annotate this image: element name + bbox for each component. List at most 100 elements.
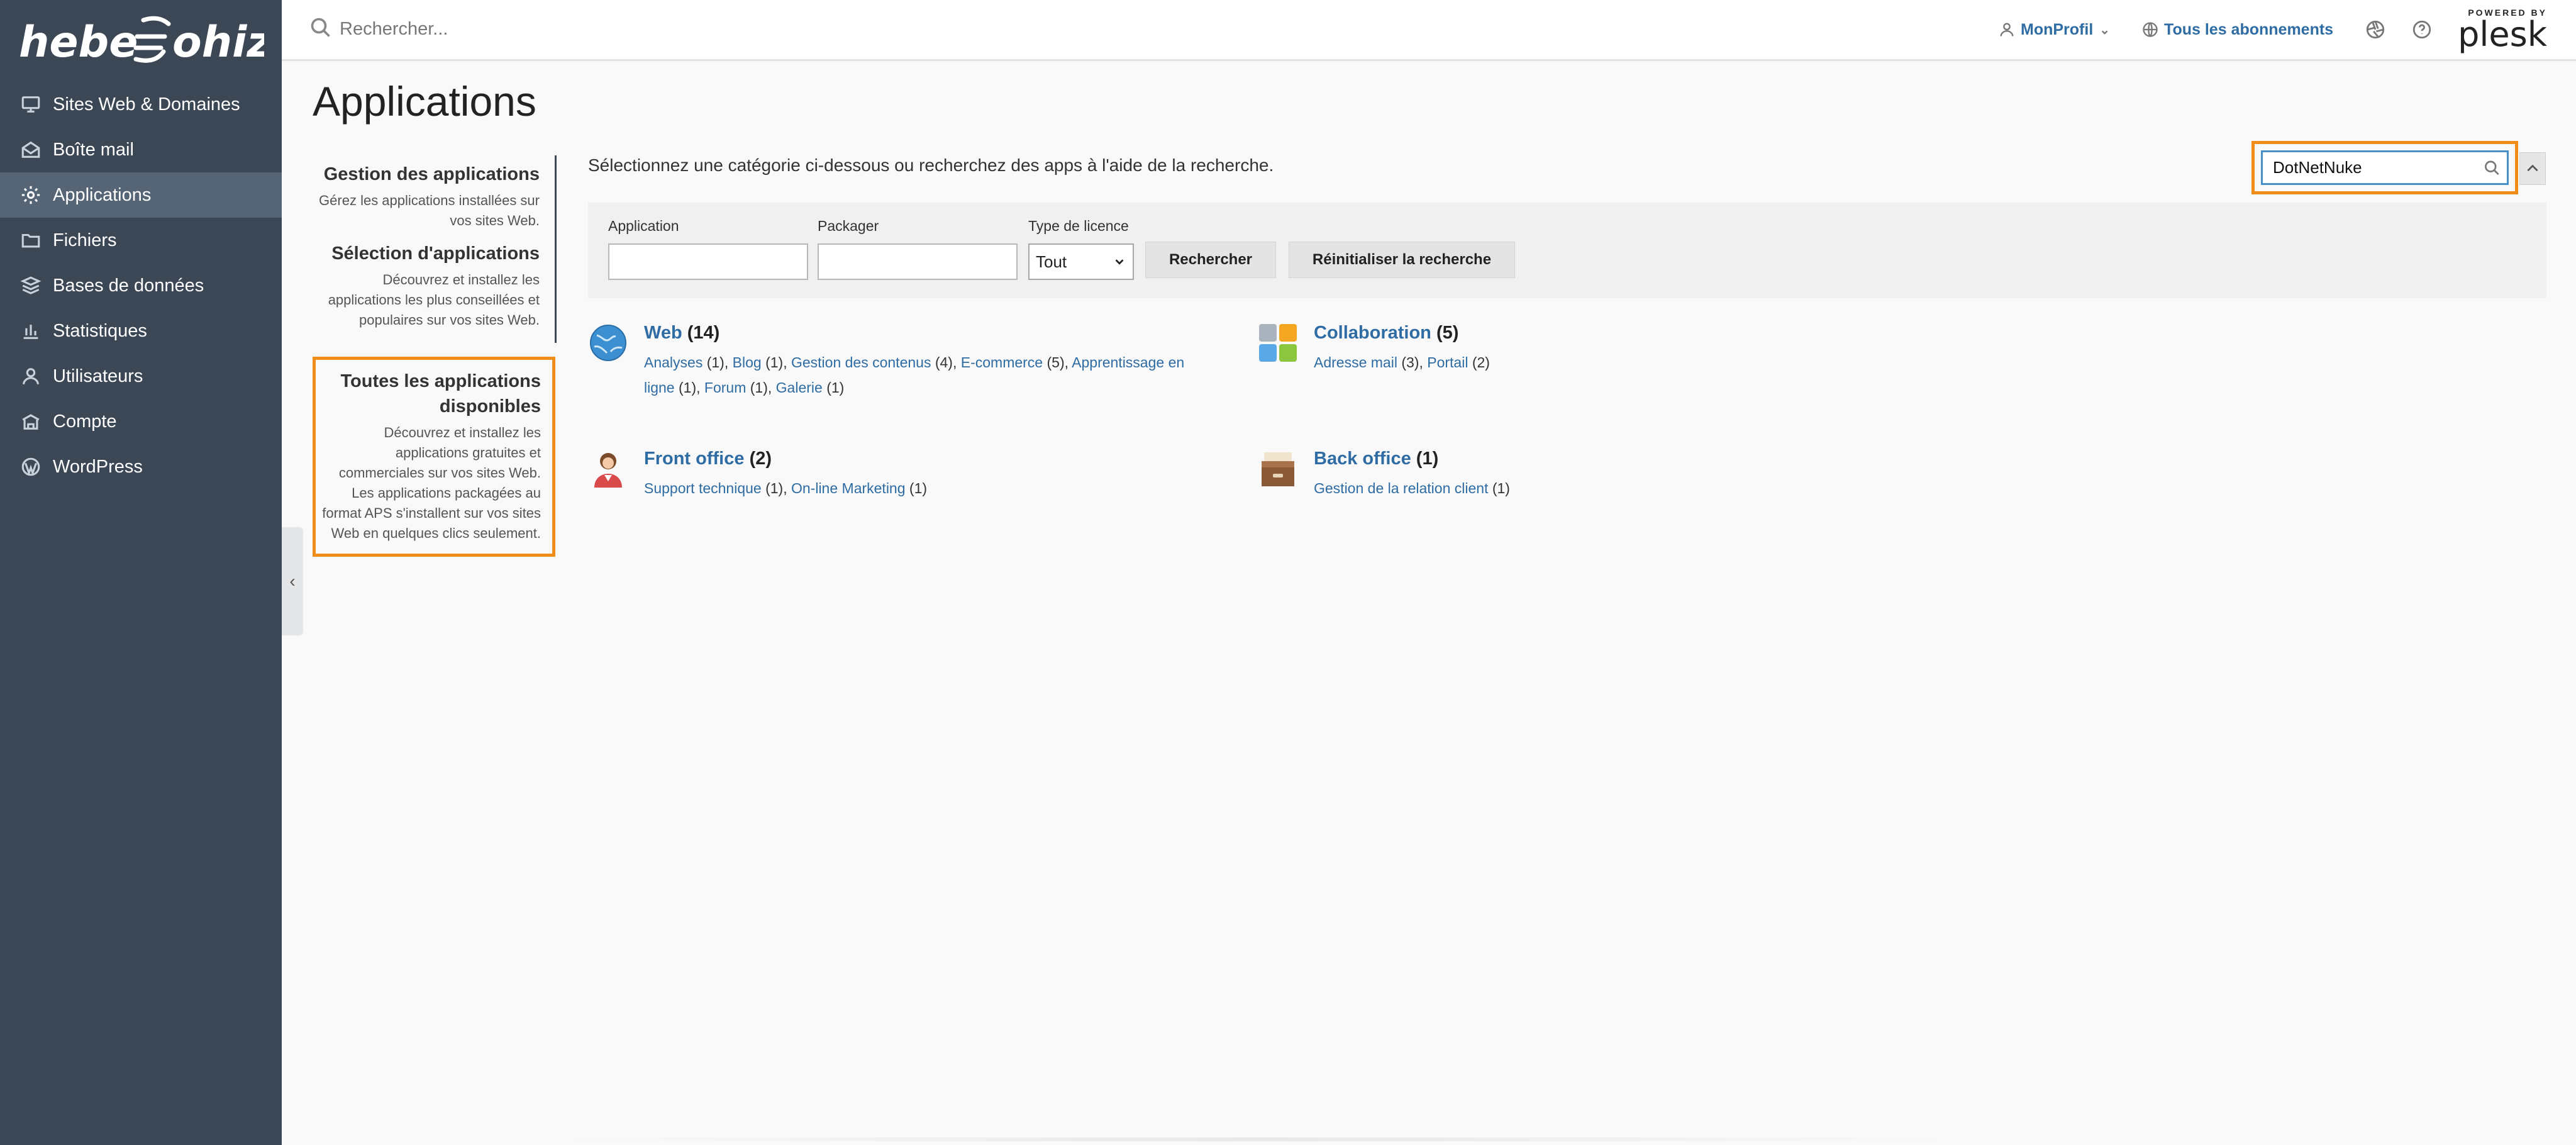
sidebar-item-label: Utilisateurs xyxy=(53,366,143,386)
category-heading: Back office (1) xyxy=(1314,449,1867,469)
sidebar-item-label: Bases de données xyxy=(53,275,204,296)
sidebar-item-sites-web[interactable]: Sites Web & Domaines xyxy=(0,82,282,127)
menu-item-desc: Découvrez et installez les applications … xyxy=(322,425,541,541)
subscriptions-link[interactable]: Tous les abonnements xyxy=(2141,21,2333,39)
subcategory-count: (1) xyxy=(679,379,697,396)
subcategory-link[interactable]: Analyses xyxy=(644,354,702,371)
filter-packager-label: Packager xyxy=(818,218,879,234)
menu-item-desc: Gérez les applications installées sur vo… xyxy=(319,193,540,228)
subcategory-link[interactable]: E-commerce xyxy=(961,354,1043,371)
menu-item-all-apps[interactable]: Toutes les applications disponibles Déco… xyxy=(313,357,555,557)
subcategory-list: Analyses (1), Blog (1), Gestion des cont… xyxy=(644,354,1185,396)
app-search xyxy=(2251,141,2518,194)
category-count: (14) xyxy=(687,323,720,343)
subcategory-count: (1) xyxy=(765,480,784,496)
subcategory-link[interactable]: Adresse mail xyxy=(1314,354,1397,371)
subscriptions-label: Tous les abonnements xyxy=(2164,20,2334,38)
filter-application-label: Application xyxy=(608,218,679,234)
sidebar-item-files[interactable]: Fichiers xyxy=(0,218,282,263)
category-heading: Front office (2) xyxy=(644,449,1197,469)
category-body: Collaboration (5) Adresse mail (3), Port… xyxy=(1314,323,1867,375)
subcategory-list: Adresse mail (3), Portail (2) xyxy=(1314,354,1490,371)
folder-icon xyxy=(19,228,43,252)
sidebar-collapse-handle[interactable]: ‹ xyxy=(282,527,303,635)
subcategory-count: (3) xyxy=(1401,354,1419,371)
subcategory-count: (1) xyxy=(750,379,768,396)
filter-license: Type de licence Tout xyxy=(1028,218,1134,280)
sidebar-item-account[interactable]: Compte xyxy=(0,399,282,444)
sidebar-item-applications[interactable]: Applications xyxy=(0,172,282,218)
applications-menu: Gestion des applications Gérez les appli… xyxy=(313,155,557,557)
mail-icon xyxy=(19,138,43,162)
sidebar-item-wordpress[interactable]: WordPress xyxy=(0,444,282,489)
puzzle-icon xyxy=(1259,324,1297,362)
chevron-down-icon: ⌄ xyxy=(2099,23,2111,37)
sidebar-item-statistics[interactable]: Statistiques xyxy=(0,308,282,354)
receptionist-icon xyxy=(594,453,622,488)
menu-item-manage-apps[interactable]: Gestion des applications Gérez les appli… xyxy=(313,155,557,237)
category-link[interactable]: Collaboration xyxy=(1314,323,1431,343)
sidebar-item-label: WordPress xyxy=(53,456,143,477)
help-button[interactable] xyxy=(2411,19,2433,40)
category-heading: Collaboration (5) xyxy=(1314,323,1867,344)
search-icon[interactable] xyxy=(2484,157,2501,179)
packager-field[interactable] xyxy=(818,243,1018,280)
license-select[interactable]: Tout xyxy=(1028,243,1134,280)
sidebar-item-users[interactable]: Utilisateurs xyxy=(0,354,282,399)
subcategory-count: (1) xyxy=(909,480,928,496)
category-count: (5) xyxy=(1436,323,1459,343)
subcategory-link[interactable]: Galerie xyxy=(776,379,823,396)
sidebar-nav: Sites Web & Domaines Boîte mail Applicat… xyxy=(0,82,282,489)
sidebar-item-databases[interactable]: Bases de données xyxy=(0,263,282,308)
account-icon xyxy=(19,410,43,433)
extensions-button[interactable] xyxy=(2365,19,2386,40)
subcategory-link[interactable]: Support technique xyxy=(644,480,762,496)
sidebar-item-mail[interactable]: Boîte mail xyxy=(0,127,282,172)
app-root: hebe ohiz Sites Web & Domaines Boîte mai… xyxy=(0,0,2576,1145)
subcategory-count: (1) xyxy=(765,354,784,371)
menu-item-app-selection[interactable]: Sélection d'applications Découvrez et in… xyxy=(313,237,557,343)
search-button[interactable]: Rechercher xyxy=(1145,242,1276,278)
subcategory-link[interactable]: Blog xyxy=(733,354,762,371)
category-link[interactable]: Front office xyxy=(644,449,745,469)
category-link[interactable]: Back office xyxy=(1314,449,1411,469)
category-body: Web (14) Analyses (1), Blog (1), Gestion… xyxy=(644,323,1197,400)
app-search-input[interactable] xyxy=(2273,158,2484,177)
menu-item-title: Gestion des applications xyxy=(323,164,540,184)
reset-search-button[interactable]: Réinitialiser la recherche xyxy=(1289,242,1515,278)
subcategory-link[interactable]: Portail xyxy=(1427,354,1468,371)
subcategory-link[interactable]: Forum xyxy=(704,379,746,396)
category-count: (1) xyxy=(1416,449,1439,469)
sidebar-item-label: Statistiques xyxy=(53,320,147,341)
category-heading: Web (14) xyxy=(644,323,1197,344)
top-bar: MonProfil ⌄ Tous les abonnements POWERED… xyxy=(282,0,2576,61)
subcategory-list: Support technique (1), On-line Marketing… xyxy=(644,480,928,496)
subcategory-link[interactable]: Gestion des contenus xyxy=(791,354,931,371)
subcategory-list: Gestion de la relation client (1) xyxy=(1314,476,1867,501)
subcategory-count: (5) xyxy=(1046,354,1065,371)
globe-icon xyxy=(590,325,626,361)
globe-icon xyxy=(2143,22,2158,37)
subcategory-link[interactable]: On-line Marketing xyxy=(791,480,906,496)
category-link[interactable]: Web xyxy=(644,323,682,343)
sidebar-item-label: Boîte mail xyxy=(53,139,134,160)
gear-icon xyxy=(19,183,43,207)
brand-logo[interactable]: hebe ohiz xyxy=(19,9,264,72)
subcategory-link[interactable]: Gestion de la relation client xyxy=(1314,480,1488,496)
sidebar: hebe ohiz Sites Web & Domaines Boîte mai… xyxy=(0,0,282,1145)
user-icon xyxy=(2000,23,2014,36)
file-drawer-icon xyxy=(1262,452,1294,486)
top-nav: MonProfil ⌄ Tous les abonnements POWERED… xyxy=(1998,0,2576,59)
subcategory-count: (2) xyxy=(1472,354,1490,371)
database-icon xyxy=(19,274,43,298)
page-title: Applications xyxy=(313,78,536,125)
chevron-up-icon xyxy=(2527,164,2538,172)
svg-text:ohiz: ohiz xyxy=(172,18,264,67)
application-field[interactable] xyxy=(608,243,808,280)
bar-chart-icon xyxy=(19,319,43,343)
subcategory-count: (4) xyxy=(935,354,953,371)
logo-icon: hebe ohiz xyxy=(19,16,264,67)
toggle-filters-button[interactable] xyxy=(2519,152,2546,185)
profile-menu[interactable]: MonProfil ⌄ xyxy=(1998,21,2110,39)
global-search-input[interactable] xyxy=(340,19,843,40)
